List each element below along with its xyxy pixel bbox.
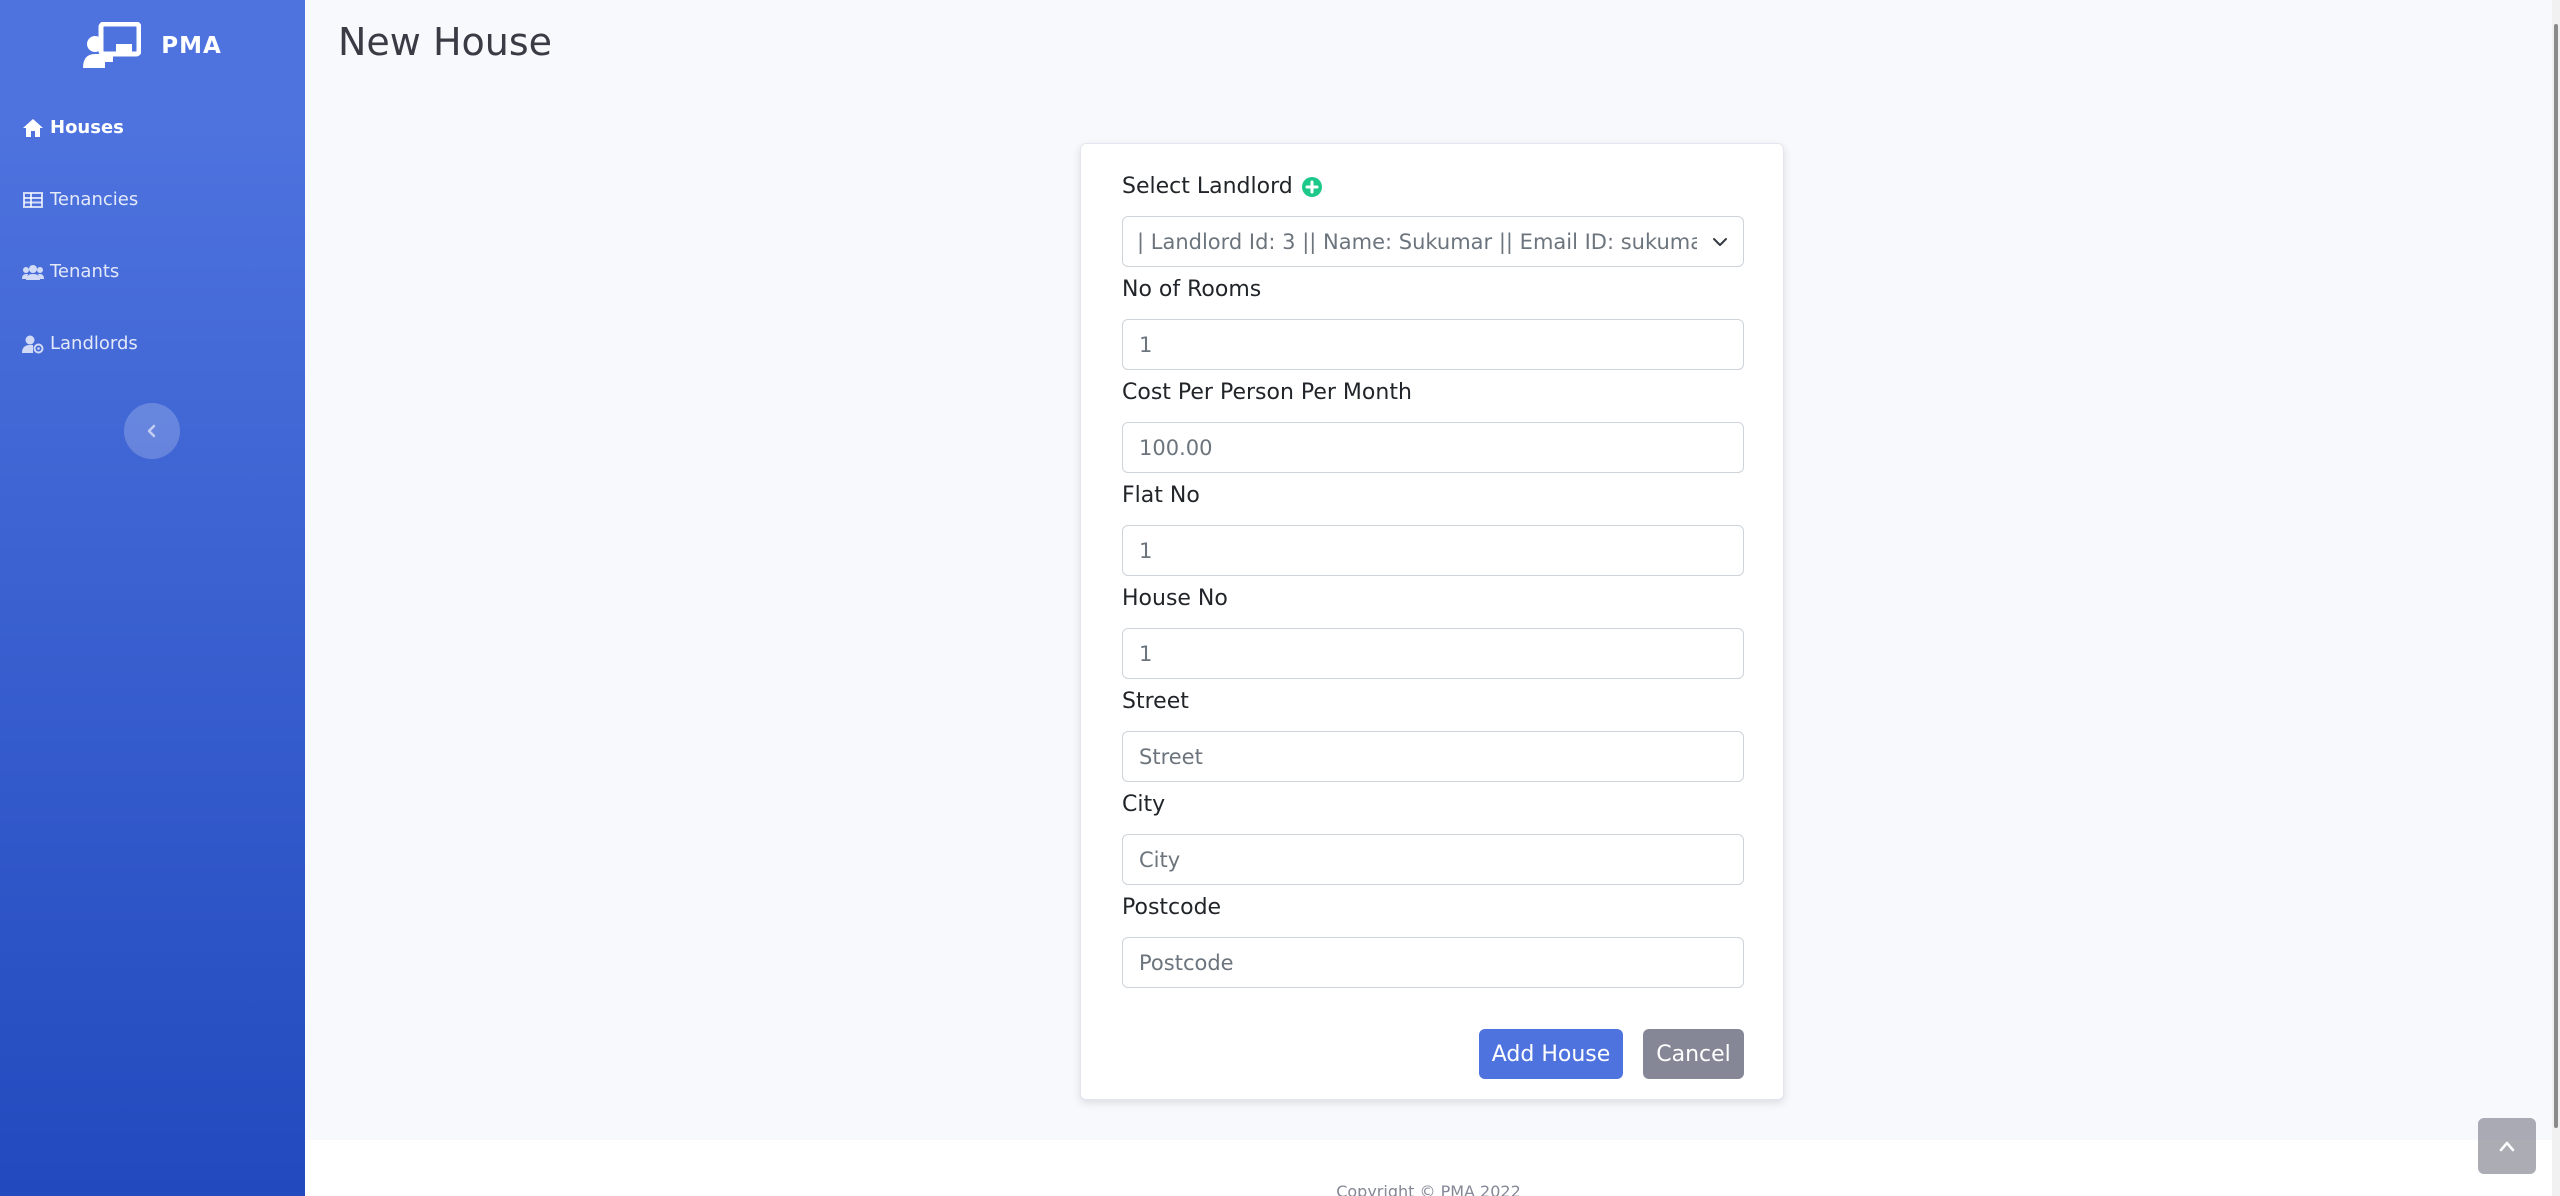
- brand-name: PMA: [161, 33, 222, 59]
- sidebar-item-label: Tenants: [50, 261, 120, 282]
- landlord-field-label: Select Landlord: [1122, 174, 1323, 199]
- rooms-input[interactable]: [1139, 332, 1727, 357]
- city-field[interactable]: [1122, 834, 1744, 885]
- sidebar-item-label: Landlords: [50, 333, 138, 354]
- postcode-input[interactable]: [1139, 950, 1727, 975]
- sidebar-item-houses[interactable]: Houses: [22, 117, 124, 138]
- rooms-label: No of Rooms: [1122, 277, 1262, 302]
- footer: Copyright © PMA 2022: [305, 1140, 2552, 1196]
- sidebar-item-landlords[interactable]: Landlords: [22, 333, 138, 354]
- scroll-to-top-button[interactable]: [2478, 1118, 2536, 1174]
- cost-input[interactable]: [1139, 435, 1727, 460]
- chevron-down-icon: [1713, 237, 1727, 246]
- postcode-field[interactable]: [1122, 937, 1744, 988]
- home-icon: [23, 118, 43, 137]
- postcode-label: Postcode: [1122, 895, 1222, 920]
- cost-field[interactable]: [1122, 422, 1744, 473]
- sidebar-item-tenants[interactable]: Tenants: [22, 261, 119, 282]
- street-field[interactable]: [1122, 731, 1744, 782]
- house-label: House No: [1122, 586, 1228, 611]
- landlord-select-value: | Landlord Id: 3 || Name: Sukumar || Ema…: [1137, 229, 1697, 254]
- chevron-up-icon: [2499, 1141, 2515, 1152]
- street-input[interactable]: [1139, 744, 1727, 769]
- rooms-field[interactable]: [1122, 319, 1744, 370]
- new-house-form-card: Select Landlord | Landlord Id: 3 || Name…: [1080, 143, 1784, 1100]
- page-title: New House: [338, 20, 553, 64]
- sidebar-item-label: Tenancies: [50, 189, 139, 210]
- house-input[interactable]: [1139, 641, 1727, 666]
- scrollbar-thumb[interactable]: [2554, 24, 2558, 1128]
- flat-label: Flat No: [1122, 483, 1200, 508]
- city-input[interactable]: [1139, 847, 1727, 872]
- sidebar-toggle-button[interactable]: [124, 403, 180, 459]
- street-label: Street: [1122, 689, 1189, 714]
- flat-input[interactable]: [1139, 538, 1727, 563]
- sidebar-item-tenancies[interactable]: Tenancies: [22, 189, 138, 210]
- house-field[interactable]: [1122, 628, 1744, 679]
- users-icon: [22, 264, 44, 280]
- chalkboard-teacher-icon: [83, 22, 142, 68]
- flat-field[interactable]: [1122, 525, 1744, 576]
- footer-copyright: Copyright © PMA 2022: [1336, 1182, 1521, 1196]
- sidebar: PMA Houses Tenancies Tenants Landlords: [0, 0, 305, 1196]
- user-cog-icon: [22, 335, 44, 353]
- sidebar-item-label: Houses: [50, 117, 124, 138]
- city-label: City: [1122, 792, 1166, 817]
- add-house-button[interactable]: Add House: [1479, 1029, 1623, 1079]
- plus-circle-icon[interactable]: [1301, 176, 1323, 198]
- cancel-button[interactable]: Cancel: [1643, 1029, 1744, 1079]
- table-icon: [23, 191, 43, 208]
- sidebar-brand[interactable]: PMA: [0, 0, 305, 92]
- chevron-left-icon: [147, 424, 156, 438]
- landlord-label: Select Landlord: [1122, 174, 1293, 199]
- landlord-select[interactable]: | Landlord Id: 3 || Name: Sukumar || Ema…: [1122, 216, 1744, 267]
- cost-label: Cost Per Person Per Month: [1122, 380, 1412, 405]
